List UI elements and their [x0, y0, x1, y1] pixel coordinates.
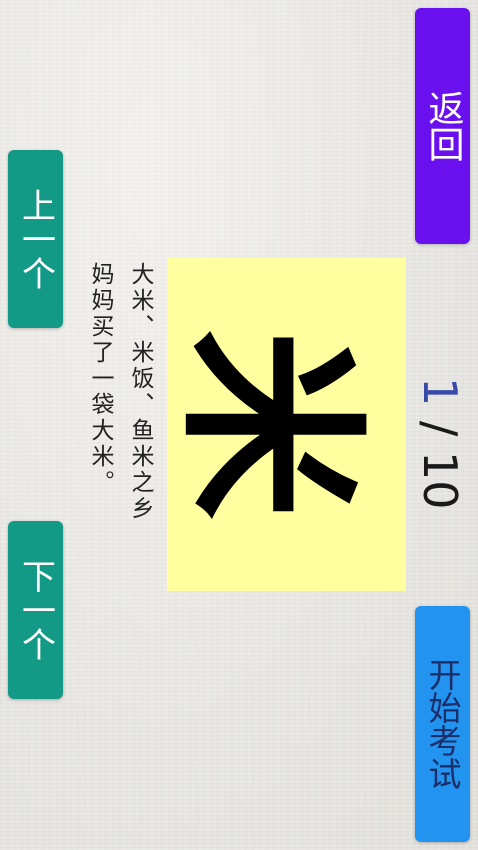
character-display: 米	[159, 329, 382, 520]
example-line-sentence: 妈妈买了一袋大米。	[87, 262, 113, 496]
start-exam-button[interactable]: 开始考试	[415, 606, 470, 842]
next-button[interactable]: 下一个	[8, 521, 63, 699]
previous-button-label: 上一个	[15, 188, 56, 290]
back-button[interactable]: 返回	[415, 8, 470, 244]
example-sentences: 大米、米饭、鱼米之乡 妈妈买了一袋大米。	[78, 262, 160, 602]
previous-button[interactable]: 上一个	[8, 150, 63, 328]
example-line-words: 大米、米饭、鱼米之乡	[127, 262, 153, 522]
character-card: 米	[159, 258, 406, 591]
back-button-label: 返回	[422, 90, 464, 162]
next-button-label: 下一个	[15, 559, 56, 661]
start-exam-button-label: 开始考试	[423, 658, 462, 790]
